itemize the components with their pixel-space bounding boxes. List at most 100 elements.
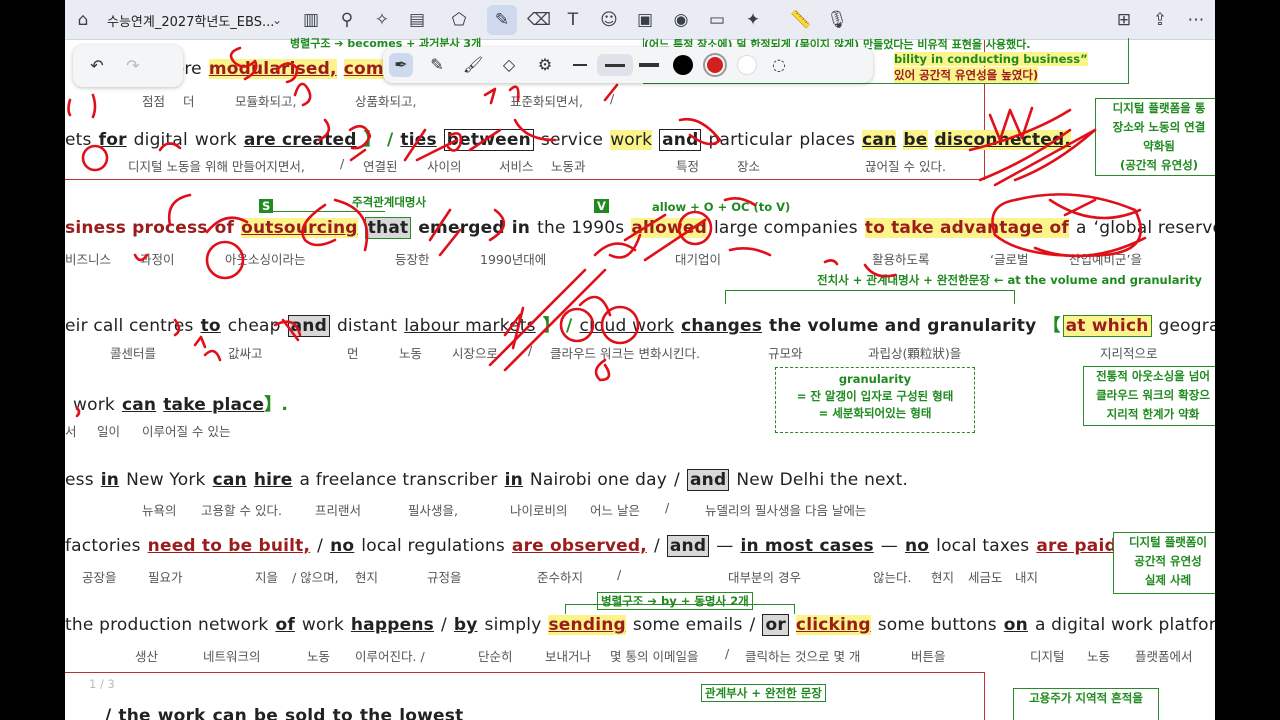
word: large companies [713,218,858,238]
word: 】. [264,395,289,415]
translation: 일이 [97,424,121,439]
note-line: 고용주가 지역적 흔적을 [1029,691,1143,705]
thick-stroke-option[interactable] [639,63,659,67]
document-title[interactable]: 수능연계_2027학년도_EBS... [107,11,274,30]
granularity-note: granularity = 잔 알갱이 입자로 구성된 형태 = 세분화되어있는… [775,367,975,433]
word: ess [65,470,94,490]
translation: 현지 [355,570,379,585]
word: work [157,706,206,720]
translation: 나이로비의 [510,503,568,518]
camera-icon[interactable]: ◉ [669,8,693,32]
word: work [73,395,115,415]
sticker-icon[interactable]: ☺ [597,8,621,32]
ball-pen-icon[interactable]: ✎ [425,53,449,77]
note-line: 공간적 유연성 [1134,554,1202,568]
note-line: granularity [838,372,912,386]
highlighter-icon[interactable]: ◇ [497,53,521,77]
medium-stroke-option[interactable] [597,54,633,76]
word: / [653,536,660,556]
word: and [666,535,710,557]
translation: 과정이 [140,252,175,267]
word: to [332,706,353,720]
translation: 시장으로 [452,346,499,361]
image-icon[interactable]: ▣ [633,8,657,32]
home-icon[interactable]: ⌂ [71,8,95,32]
translation: 상품화되고, [355,94,417,109]
word: and [287,315,330,337]
note-line: 실제 사례 [1144,573,1192,587]
mic-icon[interactable]: 🎙 [825,8,849,32]
translation: 이루어진다. / [355,649,425,664]
color-swatch-white[interactable] [737,55,757,75]
undo-icon[interactable]: ↶ [85,54,109,78]
annotation-text: bility in conducting business” [894,52,1088,66]
text-icon[interactable]: T [561,8,585,32]
color-swatch-black[interactable] [673,55,693,75]
word: distant [336,316,398,336]
word: the 1990s [537,218,625,238]
thin-stroke-option[interactable] [573,64,587,66]
word: for [98,130,127,150]
translation: 규정을 [427,570,462,585]
translation: 고용할 수 있다. [201,503,282,518]
annotation-text: 주격관계대명사 [352,195,427,209]
word: ties [400,130,437,150]
eraser-icon[interactable]: ⌫ [527,8,551,32]
sentence-line: ets for digital work are created 】 / ties betwe… [65,125,1078,151]
share-icon[interactable]: ⇪ [1148,8,1172,32]
word: disconnected. [934,130,1072,150]
word: / [105,706,112,720]
note-line: = 세분화되어있는 형태 [818,406,932,420]
word: / [674,470,680,490]
sentence-line: moremodularised,commo [157,59,421,79]
search-icon[interactable]: ⚲ [335,8,359,32]
word: service [540,130,604,150]
translation: 준수하지 [537,570,584,585]
translation: 생산 [135,649,159,664]
chevron-down-icon[interactable]: ⌄ [265,8,289,32]
translation: 어느 날은 [590,503,640,518]
shapes-icon[interactable]: ⬠ [447,8,471,32]
word: cheap [227,316,281,336]
word: 】 / [542,316,573,336]
pen-icon[interactable]: ✎ [487,5,517,35]
translation: 디지털 노동을 위해 만들어지면서, [128,159,305,174]
translation: 디지털 [1030,649,1065,664]
word: in [504,470,523,490]
word: ‘global reserve army’ [1093,218,1215,238]
redo-icon[interactable]: ↷ [121,54,145,78]
brush-pen-icon[interactable]: 🖌 [461,53,485,77]
word: work [610,130,653,150]
laser-icon[interactable]: ✦ [741,8,765,32]
color-swatch-red[interactable] [703,53,727,77]
note-line: 지리적 한계가 약화 [1106,407,1200,421]
word: modularised, [208,59,337,79]
translation: 모듈화되고, [235,94,297,109]
notes-app: ⌂ 수능연계_2027학년도_EBS... ⌄ ▥ ⚲ ✧ ▤ ⬠ ✎ ⌫ T … [65,0,1215,720]
word: allowed [631,218,707,238]
sidebar-icon[interactable]: ▥ [299,8,323,32]
word: digital [133,130,188,150]
sentence-line: eir call centres to cheap and distant labour … [65,311,1215,337]
word: sending [548,615,626,635]
sentence-line: work can take place】. [73,390,295,415]
word: and [659,129,702,151]
annotation-text: 있어 공간적 유연성을 높였다) [894,67,1039,83]
sparkle-icon[interactable]: ✧ [370,8,394,32]
document-icon[interactable]: ▤ [405,8,429,32]
translation: 노동 [399,346,423,361]
fountain-pen-icon[interactable]: ✒ [389,53,413,77]
add-page-icon[interactable]: ⊞ [1112,8,1136,32]
settings-icon[interactable]: ⚙ [533,53,557,77]
translation: ‘글로벌 [990,252,1029,267]
comment-icon[interactable]: ▭ [705,8,729,32]
translation: 규모와 [768,346,803,361]
ruler-icon[interactable]: 📏 [789,8,813,32]
more-icon[interactable]: ⋯ [1184,8,1208,32]
annotation-text: allow + O + OC (to V) [652,200,791,214]
translation: 대부분의 경우 [728,570,801,585]
translation: / [340,156,345,171]
word: clicking [795,615,871,635]
color-picker-icon[interactable]: ◌ [767,53,791,77]
word: simply [484,615,542,635]
